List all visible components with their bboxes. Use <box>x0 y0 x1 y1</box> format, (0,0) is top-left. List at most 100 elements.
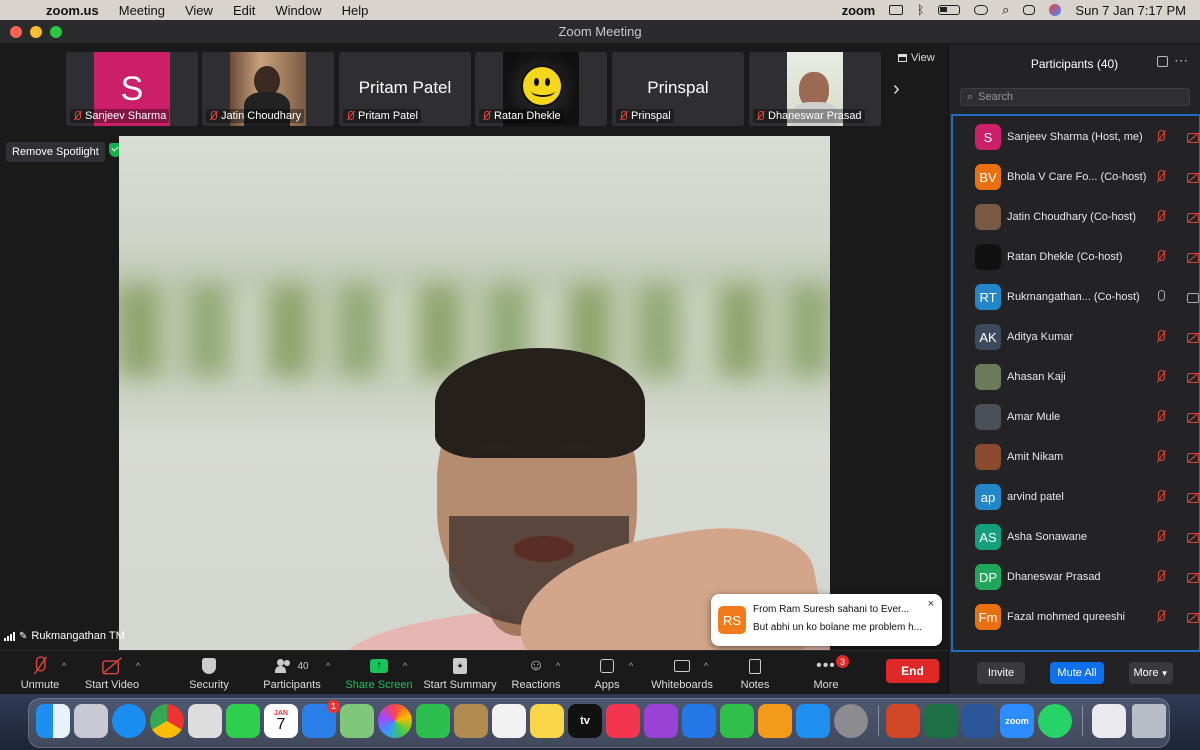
participant-row[interactable]: S Sanjeev Sharma (Host, me) <box>953 117 1199 157</box>
participant-row[interactable]: AK Aditya Kumar <box>953 317 1199 357</box>
numbers-icon[interactable] <box>720 704 754 738</box>
start-summary-button[interactable]: ✦ Start Summary <box>420 655 500 691</box>
mic-muted-icon[interactable] <box>1155 410 1167 424</box>
thumb-pritam-patel[interactable]: Pritam Patel Pritam Patel <box>339 52 471 126</box>
system-settings-icon[interactable] <box>834 704 868 738</box>
mic-muted-icon[interactable] <box>1155 370 1167 384</box>
participant-row[interactable]: Amit Nikam <box>953 437 1199 477</box>
trash-icon[interactable] <box>1132 704 1166 738</box>
notes-button[interactable]: Notes <box>715 655 795 691</box>
chevron-up-icon[interactable]: ^ <box>62 661 66 671</box>
video-off-icon[interactable] <box>1187 371 1199 383</box>
facetime-icon[interactable] <box>416 704 450 738</box>
share-screen-button[interactable]: ↑ Share Screen ^ <box>339 655 419 691</box>
status-zoom-icon[interactable]: zoom <box>842 3 875 18</box>
word-icon[interactable] <box>962 704 996 738</box>
mic-muted-icon[interactable] <box>1155 330 1167 344</box>
thumb-jatin-choudhary[interactable]: Jatin Choudhary <box>202 52 334 126</box>
video-off-icon[interactable] <box>1187 171 1199 183</box>
whiteboards-button[interactable]: Whiteboards ^ <box>642 655 722 691</box>
mic-muted-icon[interactable] <box>1155 210 1167 224</box>
popout-icon[interactable] <box>1157 56 1168 67</box>
chat-notification[interactable]: RS From Ram Suresh sahani to Ever... But… <box>711 594 942 646</box>
contacts-icon[interactable] <box>454 704 488 738</box>
mic-muted-icon[interactable] <box>1155 530 1167 544</box>
chevron-up-icon[interactable]: ^ <box>326 661 330 671</box>
end-meeting-button[interactable]: End <box>886 659 939 683</box>
view-button[interactable]: View <box>898 52 935 64</box>
excel-icon[interactable] <box>924 704 958 738</box>
mail-icon[interactable]: 1 <box>302 700 340 738</box>
chevron-up-icon[interactable]: ^ <box>556 661 560 671</box>
participant-row[interactable]: BV Bhola V Care Fo... (Co-host) <box>953 157 1199 197</box>
video-off-icon[interactable] <box>1187 211 1199 223</box>
reactions-button[interactable]: ☺ Reactions ^ <box>496 655 576 691</box>
close-icon[interactable]: × <box>928 598 934 610</box>
music-icon[interactable] <box>606 704 640 738</box>
menu-help[interactable]: Help <box>342 3 369 18</box>
menu-window[interactable]: Window <box>275 3 321 18</box>
participant-row[interactable]: Amar Mule <box>953 397 1199 437</box>
video-off-icon[interactable] <box>1187 491 1199 503</box>
video-off-icon[interactable] <box>1187 131 1199 143</box>
unmute-button[interactable]: Unmute ^ <box>0 655 80 691</box>
participant-row[interactable]: DP Dhaneswar Prasad <box>953 557 1199 597</box>
downloads-stack-icon[interactable] <box>1092 704 1126 738</box>
mute-all-button[interactable]: Mute All <box>1050 662 1104 684</box>
menu-view[interactable]: View <box>185 3 213 18</box>
video-icon[interactable] <box>1187 291 1199 303</box>
menu-app-name[interactable]: zoom.us <box>46 3 99 18</box>
bluetooth-icon[interactable]: ᛒ <box>917 3 924 17</box>
mic-muted-icon[interactable] <box>1155 250 1167 264</box>
menubar-clock[interactable]: Sun 7 Jan 7:17 PM <box>1075 3 1186 18</box>
ellipsis-icon[interactable]: ⋯ <box>1174 52 1188 69</box>
mic-icon[interactable] <box>1155 290 1167 304</box>
video-off-icon[interactable] <box>1187 531 1199 543</box>
calendar-icon[interactable]: JAN 7 <box>264 704 298 738</box>
chrome-icon[interactable] <box>150 704 184 738</box>
chevron-up-icon[interactable]: ^ <box>704 661 708 671</box>
screen-mirror-icon[interactable] <box>888 5 903 15</box>
notes-app-icon[interactable] <box>530 704 564 738</box>
whatsapp-icon[interactable] <box>1038 704 1072 738</box>
chevron-right-icon[interactable]: › <box>893 78 900 101</box>
thumb-ratan-dhekle[interactable]: Ratan Dhekle <box>475 52 607 126</box>
maps-icon[interactable] <box>340 704 374 738</box>
display-icon[interactable] <box>974 5 989 15</box>
control-center-icon[interactable] <box>1023 5 1036 15</box>
apple-tv-icon[interactable]: tv <box>568 704 602 738</box>
mic-muted-icon[interactable] <box>1155 450 1167 464</box>
more-button[interactable]: ••• More 3 <box>786 655 866 691</box>
security-button[interactable]: Security <box>169 655 249 691</box>
participant-row[interactable]: Jatin Choudhary (Co-host) <box>953 197 1199 237</box>
chevron-up-icon[interactable]: ^ <box>403 661 407 671</box>
keynote-icon[interactable] <box>682 704 716 738</box>
calculator-icon[interactable] <box>188 704 222 738</box>
reminders-icon[interactable] <box>492 704 526 738</box>
participant-row[interactable]: RT Rukmangathan... (Co-host) <box>953 277 1199 317</box>
siri-icon[interactable] <box>1049 4 1062 16</box>
battery-icon[interactable] <box>938 5 961 15</box>
mic-muted-icon[interactable] <box>1155 490 1167 504</box>
chevron-up-icon[interactable]: ^ <box>629 661 633 671</box>
safari-icon[interactable] <box>112 704 146 738</box>
thumb-prinspal[interactable]: Prinspal Prinspal <box>612 52 744 126</box>
launchpad-icon[interactable] <box>74 704 108 738</box>
spotlight-search-icon[interactable]: ⌕ <box>1002 2 1009 18</box>
zoom-app-icon[interactable]: zoom <box>1000 704 1034 738</box>
participant-row[interactable]: Ratan Dhekle (Co-host) <box>953 237 1199 277</box>
participant-row[interactable]: AS Asha Sonawane <box>953 517 1199 557</box>
menu-meeting[interactable]: Meeting <box>119 3 165 18</box>
participants-search-input[interactable]: ⌕ Search <box>960 88 1190 106</box>
podcasts-icon[interactable] <box>644 704 678 738</box>
video-off-icon[interactable] <box>1187 411 1199 423</box>
photos-icon[interactable] <box>378 704 412 738</box>
video-off-icon[interactable] <box>1187 331 1199 343</box>
zoom-window-button[interactable] <box>50 26 62 38</box>
menu-edit[interactable]: Edit <box>233 3 255 18</box>
participants-button[interactable]: 40 Participants ^ <box>252 655 332 691</box>
mic-muted-icon[interactable] <box>1155 130 1167 144</box>
video-off-icon[interactable] <box>1187 251 1199 263</box>
participant-row[interactable]: Ahasan Kaji <box>953 357 1199 397</box>
panel-more-button[interactable]: More ▼ <box>1129 662 1173 684</box>
